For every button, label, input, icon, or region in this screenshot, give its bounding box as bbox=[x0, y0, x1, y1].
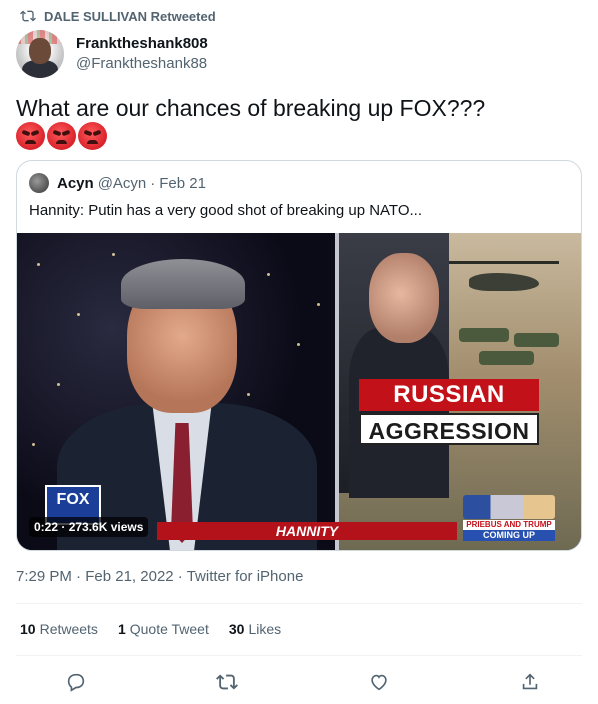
show-name-bar: HANNITY bbox=[157, 522, 457, 540]
heart-icon bbox=[370, 674, 387, 691]
video-time: 0:22 bbox=[34, 520, 59, 534]
author-handle[interactable]: @Franktheshank88 bbox=[76, 54, 208, 74]
reply-icon bbox=[67, 673, 85, 692]
separator-dot: · bbox=[150, 174, 156, 192]
quoted-author-name[interactable]: Acyn bbox=[57, 175, 94, 192]
video-news-panel: RUSSIAN AGGRESSION PRIEBUS AND TRUMP COM… bbox=[339, 233, 581, 550]
engagement-stats: 10 Retweets 1 Quote Tweet 30 Likes bbox=[20, 621, 281, 637]
quote-tweets-stat[interactable]: 1 Quote Tweet bbox=[118, 621, 209, 637]
quoted-tweet-date[interactable]: Feb 21 bbox=[159, 175, 206, 192]
tweet-author: Franktheshank808 @Franktheshank88 bbox=[16, 30, 208, 78]
separator-dot: · bbox=[76, 568, 82, 585]
author-avatar[interactable] bbox=[16, 30, 64, 78]
retweet-button[interactable] bbox=[207, 668, 247, 696]
author-display-name[interactable]: Franktheshank808 bbox=[76, 34, 208, 54]
likes-stat[interactable]: 30 Likes bbox=[229, 621, 281, 637]
share-icon bbox=[522, 673, 538, 690]
headline-aggression: AGGRESSION bbox=[359, 413, 539, 445]
quoted-tweet-card[interactable]: Acyn @Acyn · Feb 21 Hannity: Putin has a… bbox=[16, 160, 582, 551]
pouting-face-icon bbox=[47, 122, 76, 150]
emoji-row bbox=[16, 122, 107, 150]
share-button[interactable] bbox=[510, 668, 550, 696]
retweeted-by-text[interactable]: DALE SULLIVAN Retweeted bbox=[44, 9, 216, 24]
coming-up-title: PRIEBUS AND TRUMP bbox=[463, 520, 555, 530]
like-button[interactable] bbox=[359, 668, 399, 696]
retweet-icon bbox=[216, 674, 239, 690]
coming-up-box: PRIEBUS AND TRUMP COMING UP bbox=[463, 495, 555, 541]
quoted-author-handle[interactable]: @Acyn bbox=[98, 175, 147, 192]
tweet-text: What are our chances of breaking up FOX?… bbox=[16, 95, 486, 121]
divider bbox=[16, 603, 582, 604]
tweet-time[interactable]: 7:29 PM bbox=[16, 568, 72, 585]
separator-dot: · bbox=[177, 568, 183, 585]
retweet-icon bbox=[20, 10, 36, 22]
tweet-date[interactable]: Feb 21, 2022 bbox=[85, 568, 173, 585]
headline-russian: RUSSIAN bbox=[359, 379, 539, 411]
video-player[interactable]: RUSSIAN AGGRESSION PRIEBUS AND TRUMP COM… bbox=[17, 233, 581, 550]
reply-button[interactable] bbox=[56, 668, 96, 696]
coming-up-label: COMING UP bbox=[463, 530, 555, 541]
tweet-timestamp: 7:29 PM · Feb 21, 2022 · Twitter for iPh… bbox=[16, 568, 303, 585]
retweet-indicator: DALE SULLIVAN Retweeted bbox=[20, 8, 216, 24]
tweet-action-bar bbox=[56, 668, 550, 696]
video-duration-badge: 0:22 · 273.6K views bbox=[29, 517, 149, 537]
video-views: 273.6K views bbox=[68, 520, 144, 534]
quoted-tweet-header: Acyn @Acyn · Feb 21 bbox=[29, 173, 206, 193]
retweets-stat[interactable]: 10 Retweets bbox=[20, 621, 98, 637]
quoted-tweet-text: Hannity: Putin has a very good shot of b… bbox=[29, 202, 422, 219]
divider bbox=[16, 655, 582, 656]
tweet-source[interactable]: Twitter for iPhone bbox=[187, 568, 304, 585]
quoted-author-avatar[interactable] bbox=[29, 173, 49, 193]
helicopter-icon bbox=[469, 273, 539, 291]
pouting-face-icon bbox=[78, 122, 107, 150]
pouting-face-icon bbox=[16, 122, 45, 150]
